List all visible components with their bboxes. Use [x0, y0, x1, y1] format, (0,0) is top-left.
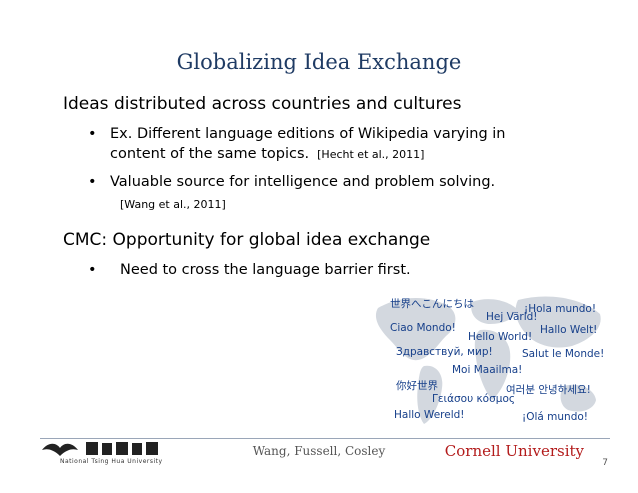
greeting-spanish: ¡Hola mundo! — [524, 303, 597, 315]
greeting-chinese: 你好世界 — [396, 380, 438, 392]
greeting-finnish: Moi Maailma! — [452, 364, 523, 376]
greeting-english: Hello World! — [468, 331, 533, 343]
citation-wang: [Wang et al., 2011] — [120, 198, 226, 211]
bullet-language-barrier: Need to cross the language barrier first… — [120, 262, 411, 278]
greeting-russian: Здравствуй, мир! — [396, 346, 493, 358]
citation-hecht: [Hecht et al., 2011] — [317, 148, 425, 161]
slide-title: Globalizing Idea Exchange — [176, 50, 462, 74]
bullet-wikipedia-line2: content of the same topics. [Hecht et al.… — [110, 146, 424, 162]
world-greetings-image: 世界へこんにちは Hej Värld! ¡Hola mundo! Ciao Mo… — [368, 288, 608, 430]
greeting-japanese: 世界へこんにちは — [390, 298, 474, 310]
greeting-greek: Γειάσου κόσμος — [432, 393, 516, 405]
bullet-mark-1: • — [88, 126, 97, 142]
greeting-korean: 여러분 안녕하세요! — [506, 384, 591, 396]
greeting-german: Hallo Welt! — [540, 324, 598, 336]
bullet-mark-2: • — [88, 174, 97, 190]
greeting-italian: Ciao Mondo! — [390, 322, 456, 334]
bullet-wikipedia-line1: Ex. Different language editions of Wikip… — [110, 126, 506, 142]
page-number: 7 — [602, 458, 608, 468]
bullet-valuable-source: Valuable source for intelligence and pro… — [110, 174, 496, 190]
greeting-french: Salut le Monde! — [522, 348, 605, 360]
heading-cmc: CMC: Opportunity for global idea exchang… — [63, 230, 431, 250]
heading-ideas-distributed: Ideas distributed across countries and c… — [63, 94, 462, 114]
nthu-logo-subtext: National Tsing Hua University — [60, 458, 163, 465]
greeting-dutch: Hallo Wereld! — [394, 409, 465, 421]
footer-divider — [40, 438, 610, 439]
greeting-portuguese: ¡Olá mundo! — [522, 411, 588, 423]
bullet-mark-3: • — [88, 262, 97, 278]
bullet-wikipedia-line2-text: content of the same topics. — [110, 146, 310, 162]
cornell-logo-text: Cornell University — [444, 442, 584, 460]
